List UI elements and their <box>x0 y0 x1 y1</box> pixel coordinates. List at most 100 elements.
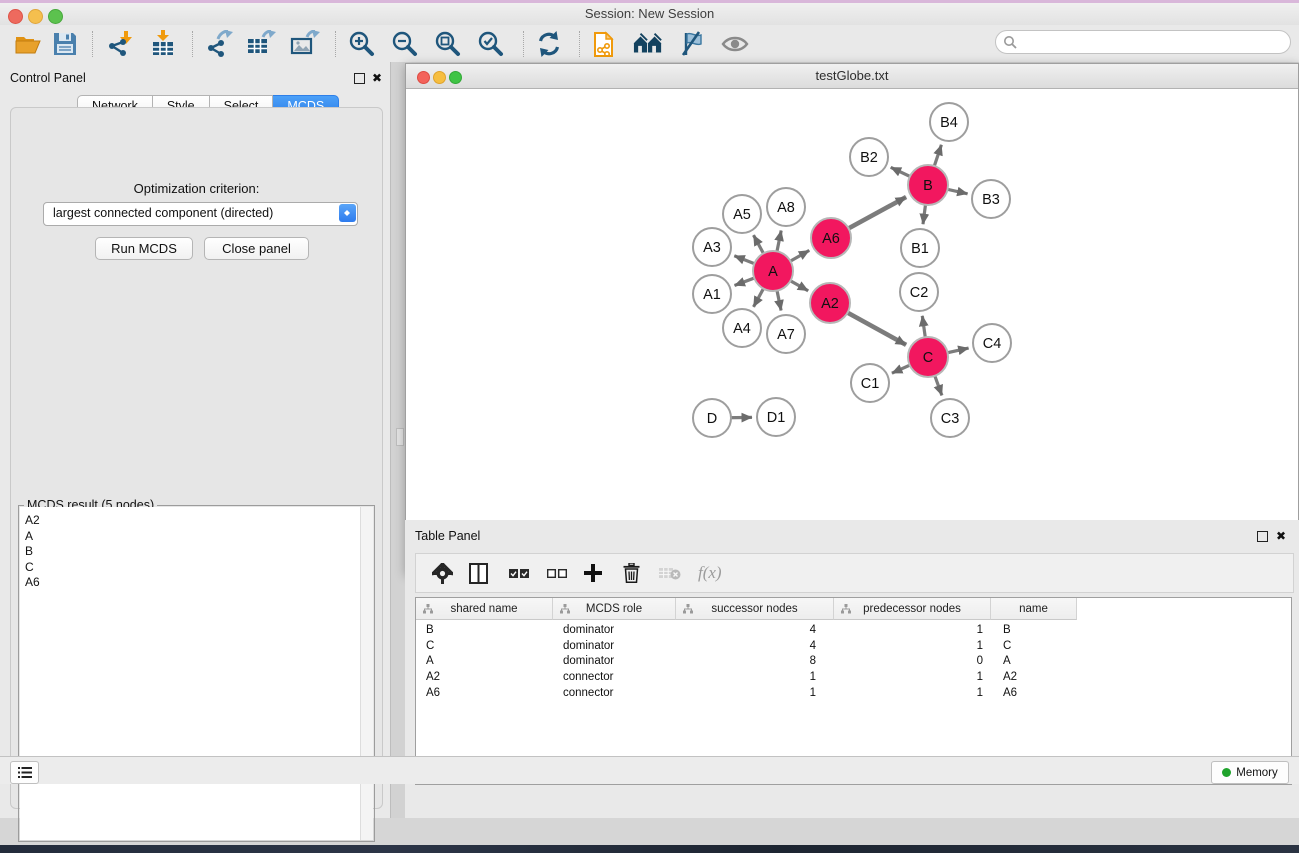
column-header-successor-nodes[interactable]: successor nodes <box>676 598 834 620</box>
save-session-icon[interactable] <box>50 29 80 59</box>
unselect-all-icon[interactable] <box>547 559 567 587</box>
dropdown-stepper-icon <box>339 204 356 222</box>
table-row-A6[interactable]: A6connector11A6 <box>416 686 1077 702</box>
table-cell[interactable]: connector <box>553 686 676 702</box>
table-cell[interactable]: 1 <box>834 686 991 702</box>
table-row-A[interactable]: Adominator80A <box>416 654 1077 670</box>
table-cell[interactable]: dominator <box>553 623 676 639</box>
table-cell[interactable]: A2 <box>991 670 1077 686</box>
close-panel-icon[interactable]: ✖ <box>372 73 382 83</box>
search-input[interactable] <box>1022 33 1284 51</box>
mdi-desktop: Control Panel ✖ NetworkStyleSelectMCDS O… <box>0 62 1299 818</box>
result-item[interactable]: A <box>25 529 361 545</box>
result-scrollbar[interactable] <box>360 507 373 840</box>
apply-layout-icon[interactable] <box>534 29 564 59</box>
mcds-result-list[interactable]: A2ABCA6 <box>20 507 361 840</box>
graph-node-label: A7 <box>777 327 795 343</box>
table-toolbar: f(x) <box>415 553 1294 593</box>
zoom-out-icon[interactable] <box>390 29 420 59</box>
table-row-A2[interactable]: A2connector11A2 <box>416 670 1077 686</box>
table-cell[interactable]: B <box>416 623 553 639</box>
graph-node-label: B <box>923 178 933 194</box>
table-cell[interactable]: dominator <box>553 639 676 655</box>
task-history-button[interactable] <box>10 761 39 784</box>
memory-button[interactable]: Memory <box>1211 761 1289 784</box>
status-bar: Memory <box>0 756 1299 784</box>
column-header-name[interactable]: name <box>991 598 1077 620</box>
result-item[interactable]: C <box>25 560 361 576</box>
control-panel-title: Control Panel <box>10 71 86 85</box>
zoom-in-icon[interactable] <box>347 29 377 59</box>
result-item[interactable]: A6 <box>25 575 361 591</box>
search-field[interactable] <box>995 30 1291 54</box>
table-cell[interactable]: A2 <box>416 670 553 686</box>
zoom-fit-icon[interactable] <box>433 29 463 59</box>
export-table-icon[interactable] <box>246 29 276 59</box>
delete-rows-icon[interactable] <box>623 559 640 587</box>
graph-node-label: A8 <box>777 200 795 216</box>
open-folder-icon[interactable] <box>13 29 43 59</box>
toolbar-separator <box>192 31 193 57</box>
graph-node-label: B2 <box>860 150 878 166</box>
network-from-file-icon[interactable] <box>590 29 620 59</box>
float-panel-icon[interactable] <box>354 73 365 84</box>
table-cell[interactable]: 1 <box>676 670 834 686</box>
column-settings-icon[interactable] <box>432 559 453 587</box>
close-panel-icon[interactable]: ✖ <box>1276 531 1286 541</box>
table-cell[interactable]: A <box>991 654 1077 670</box>
column-header-predecessor-nodes[interactable]: predecessor nodes <box>834 598 991 620</box>
graphics-details-icon[interactable] <box>676 29 706 59</box>
splitpane-grip[interactable] <box>396 428 404 446</box>
table-cell[interactable]: 0 <box>834 654 991 670</box>
run-mcds-button[interactable]: Run MCDS <box>95 237 193 260</box>
table-cell[interactable]: B <box>991 623 1077 639</box>
table-cell[interactable]: dominator <box>553 654 676 670</box>
network-canvas[interactable]: A5A8A3A1A4A7AA6A2B2B4B3B1BC2C4C1C3CDD1 <box>407 89 1295 510</box>
export-network-icon[interactable] <box>204 29 234 59</box>
table-cell[interactable]: A <box>416 654 553 670</box>
control-panel: Control Panel ✖ NetworkStyleSelectMCDS O… <box>0 62 391 818</box>
table-cell[interactable]: C <box>416 639 553 655</box>
float-panel-icon[interactable] <box>1257 531 1268 542</box>
show-columns-icon[interactable] <box>469 559 488 587</box>
main-titlebar: Session: New Session <box>0 3 1299 25</box>
welcome-screen-icon[interactable] <box>633 29 663 59</box>
table-cell[interactable]: 4 <box>676 623 834 639</box>
column-header-shared-name[interactable]: shared name <box>416 598 553 620</box>
graph-node-label: B4 <box>940 115 958 131</box>
memory-label: Memory <box>1236 767 1278 779</box>
toolbar-separator <box>92 31 93 57</box>
table-cell[interactable]: 1 <box>834 639 991 655</box>
graph-node-label: A1 <box>703 287 721 303</box>
import-network-icon[interactable] <box>105 29 135 59</box>
graph-node-label: C3 <box>941 411 960 427</box>
result-item[interactable]: A2 <box>25 513 361 529</box>
table-cell[interactable]: 1 <box>834 623 991 639</box>
zoom-selected-icon[interactable] <box>476 29 506 59</box>
memory-status-icon <box>1222 768 1231 777</box>
select-all-icon[interactable] <box>509 559 529 587</box>
export-image-icon[interactable] <box>290 29 320 59</box>
show-hide-panel-icon[interactable] <box>720 29 750 59</box>
table-cell[interactable]: 1 <box>676 686 834 702</box>
table-cell[interactable]: 1 <box>834 670 991 686</box>
graph-node-label: D <box>707 411 717 427</box>
table-cell[interactable]: A6 <box>991 686 1077 702</box>
list-icon <box>18 767 32 778</box>
criterion-dropdown[interactable]: largest connected component (directed) <box>43 202 358 226</box>
table-cell[interactable]: A6 <box>416 686 553 702</box>
network-window-titlebar[interactable]: testGlobe.txt <box>406 64 1298 89</box>
table-cell[interactable]: C <box>991 639 1077 655</box>
table-row-B[interactable]: Bdominator41B <box>416 623 1077 639</box>
table-cell[interactable]: connector <box>553 670 676 686</box>
table-cell[interactable]: 4 <box>676 639 834 655</box>
table-cell[interactable]: 8 <box>676 654 834 670</box>
create-column-icon[interactable] <box>584 559 602 587</box>
close-panel-button[interactable]: Close panel <box>204 237 309 260</box>
table-panel-title: Table Panel <box>415 529 480 543</box>
column-header-mcds-role[interactable]: MCDS role <box>553 598 676 620</box>
table-row-C[interactable]: Cdominator41C <box>416 639 1077 655</box>
result-item[interactable]: B <box>25 544 361 560</box>
import-table-icon[interactable] <box>149 29 179 59</box>
graph-node-label: C1 <box>861 376 880 392</box>
